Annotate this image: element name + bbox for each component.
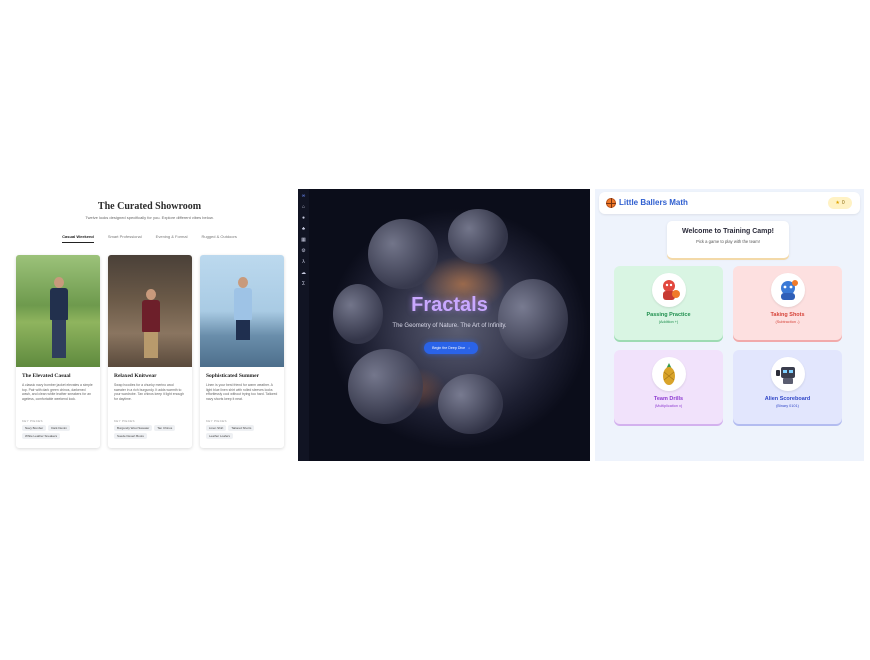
outfit-card[interactable]: Relaxed Knitwear Swap hoodies for a chun… xyxy=(108,255,192,448)
deep-dive-button[interactable]: Begin the Deep Dive ↓ xyxy=(424,342,478,354)
outfit-photo xyxy=(200,255,284,367)
star-counter: ★ 0 xyxy=(828,197,852,209)
outfit-card[interactable]: Sophisticated Summer Linen is your best … xyxy=(200,255,284,448)
outfit-description: A classic navy bomber jacket elevates a … xyxy=(22,383,93,401)
fractal-lobe xyxy=(438,374,503,434)
robot-mascot-icon xyxy=(775,367,795,384)
piece-chip: Leather Loafers xyxy=(206,433,234,439)
key-pieces-label: KEY PIECES xyxy=(22,419,43,423)
gear-icon[interactable]: ⚙ xyxy=(300,247,307,254)
sigma-icon[interactable]: Σ xyxy=(300,280,307,287)
key-pieces: Burgundy Wool Sweater Tan Chinos Suede D… xyxy=(114,425,186,439)
icon-sidebar: ∞ ⌂ ● ♣ ▦ ⚙ λ ☁ Σ xyxy=(298,189,309,461)
game-operation: (Multiplication x) xyxy=(654,404,683,408)
piece-chip: White Leather Sneakers xyxy=(22,433,61,439)
model-figure xyxy=(142,289,160,367)
piece-chip: Burgundy Wool Sweater xyxy=(114,425,153,431)
player-mascot-icon xyxy=(662,280,680,300)
welcome-card: Welcome to Training Camp! Pick a game to… xyxy=(667,221,789,258)
infinity-logo-icon[interactable]: ∞ xyxy=(300,192,307,199)
avatar xyxy=(651,273,686,307)
tab-casual-weekend[interactable]: Casual Weekend xyxy=(62,234,94,243)
outfit-title: Sophisticated Summer xyxy=(206,373,260,379)
lambda-icon[interactable]: λ xyxy=(300,258,307,265)
game-card-passing-practice[interactable]: Passing Practice (Addition +) xyxy=(614,266,723,340)
avatar xyxy=(770,273,805,307)
welcome-title: Welcome to Training Camp! xyxy=(681,228,775,235)
page-title: The Curated Showroom xyxy=(97,201,202,212)
grid-icon[interactable]: ▦ xyxy=(300,236,307,243)
outfit-photo xyxy=(16,255,100,367)
tree-icon[interactable]: ♣ xyxy=(300,225,307,232)
piece-chip: Dark Denim xyxy=(48,425,71,431)
key-pieces: Linen Shirt Tailored Shorts Leather Loaf… xyxy=(206,425,278,439)
app-header: Little Ballers Math ★ 0 xyxy=(599,192,860,214)
basketball-icon xyxy=(606,198,616,208)
style-tabs: Casual Weekend Smart Professional Evenin… xyxy=(6,234,293,243)
cloud-icon[interactable]: ☁ xyxy=(300,269,307,276)
hero-heading: Fractals xyxy=(411,294,488,316)
outfit-photo xyxy=(108,255,192,367)
game-name: Passing Practice xyxy=(646,312,691,318)
arrow-down-icon: ↓ xyxy=(468,346,470,350)
avatar xyxy=(651,357,686,391)
fractal-lobe xyxy=(498,279,568,359)
home-icon[interactable]: ⌂ xyxy=(300,203,307,210)
tab-evening-formal[interactable]: Evening & Formal xyxy=(156,234,188,243)
tab-rugged-outdoors[interactable]: Rugged & Outdoors xyxy=(201,234,236,243)
shooter-mascot-icon xyxy=(780,280,798,300)
model-figure xyxy=(50,277,68,359)
page-subtitle: Twelve looks designed specifically for y… xyxy=(85,215,214,220)
pineapple-mascot-icon xyxy=(662,363,675,385)
screenshot-collage: The Curated Showroom Twelve looks design… xyxy=(0,0,870,660)
outfit-title: The Elevated Casual xyxy=(22,373,71,379)
outfit-title: Relaxed Knitwear xyxy=(114,373,157,379)
fractal-lobe xyxy=(368,219,438,289)
star-count: 0 xyxy=(841,200,845,206)
game-name: Taking Shots xyxy=(770,312,805,318)
showroom-panel: The Curated Showroom Twelve looks design… xyxy=(6,189,293,461)
piece-chip: Navy Bomber xyxy=(22,425,47,431)
welcome-subtitle: Pick a game to play with the team! xyxy=(696,239,760,244)
key-pieces: Navy Bomber Dark Denim White Leather Sne… xyxy=(22,425,94,439)
outfit-description: Swap hoodies for a chunky merino wool sw… xyxy=(114,383,185,401)
tab-smart-professional[interactable]: Smart Professional xyxy=(108,234,142,243)
outfit-card[interactable]: The Elevated Casual A classic navy bombe… xyxy=(16,255,100,448)
app-title: Little Ballers Math xyxy=(619,198,688,207)
fractal-lobe xyxy=(448,209,508,264)
game-operation: (Binary 0101) xyxy=(776,404,799,408)
star-icon: ★ xyxy=(835,200,840,206)
avatar xyxy=(770,357,805,391)
piece-chip: Tailored Shorts xyxy=(228,425,255,431)
game-card-taking-shots[interactable]: Taking Shots (Subtraction -) xyxy=(733,266,842,340)
game-operation: (Subtraction -) xyxy=(775,320,800,324)
game-card-alien-scoreboard[interactable]: Alien Scoreboard (Binary 0101) xyxy=(733,350,842,424)
fractal-lobe xyxy=(348,349,423,424)
piece-chip: Suede Desert Boots xyxy=(114,433,147,439)
pin-icon[interactable]: ● xyxy=(300,214,307,221)
hero-tagline: The Geometry of Nature. The Art of Infin… xyxy=(392,323,507,329)
game-operation: (Addition +) xyxy=(658,320,679,324)
game-card-team-drills[interactable]: Team Drills (Multiplication x) xyxy=(614,350,723,424)
outfit-cards: The Elevated Casual A classic navy bombe… xyxy=(16,255,284,448)
model-figure xyxy=(234,277,252,359)
piece-chip: Linen Shirt xyxy=(206,425,227,431)
game-name: Team Drills xyxy=(653,396,684,402)
piece-chip: Tan Chinos xyxy=(154,425,176,431)
key-pieces-label: KEY PIECES xyxy=(206,419,227,423)
key-pieces-label: KEY PIECES xyxy=(114,419,135,423)
outfit-description: Linen is your best friend for warm weath… xyxy=(206,383,278,401)
deep-dive-label: Begin the Deep Dive xyxy=(432,346,466,350)
math-app-panel: Little Ballers Math ★ 0 Welcome to Train… xyxy=(595,189,864,461)
fractals-panel: ∞ ⌂ ● ♣ ▦ ⚙ λ ☁ Σ Fractals The Geometry … xyxy=(298,189,590,461)
game-name: Alien Scoreboard xyxy=(764,396,811,402)
game-grid: Passing Practice (Addition +) Taking Sho… xyxy=(614,266,842,424)
